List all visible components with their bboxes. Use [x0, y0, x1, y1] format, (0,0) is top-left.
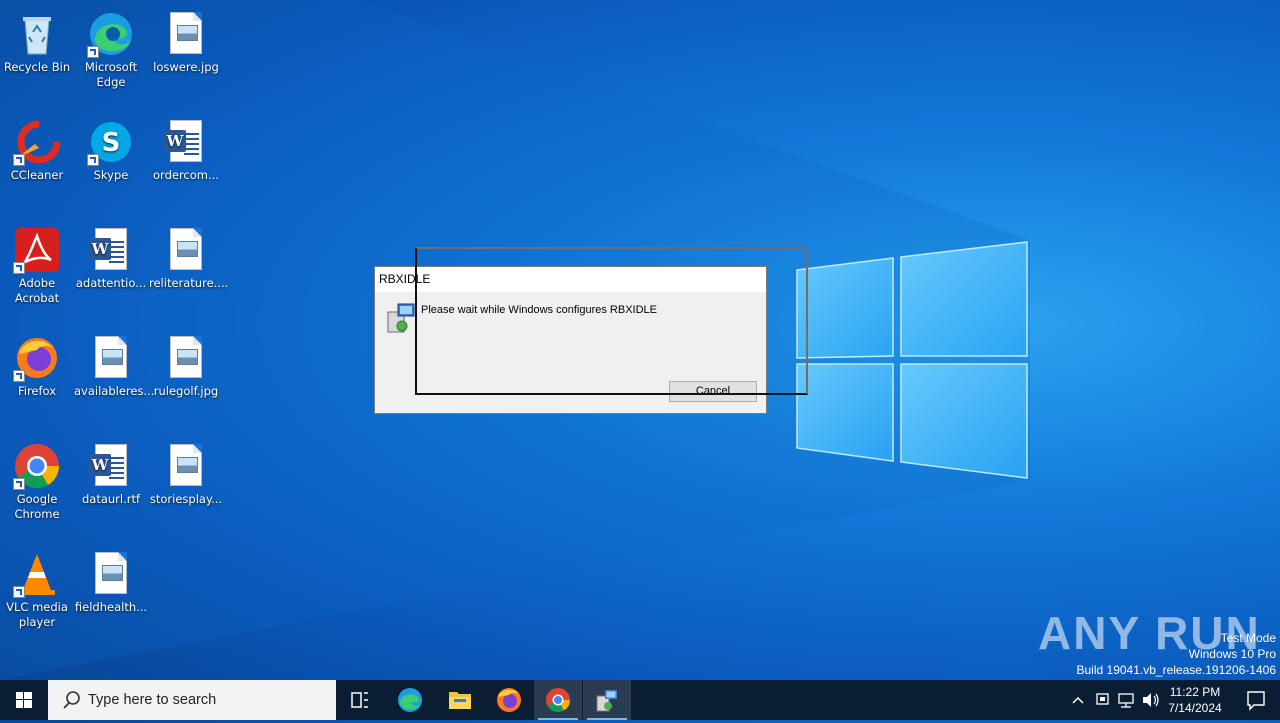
start-button[interactable] [0, 680, 48, 720]
desktop-icon-image-file[interactable]: fieldhealth... [74, 544, 148, 615]
image-file-icon [162, 442, 210, 490]
desktop-icon-label: Skype [93, 168, 129, 182]
image-file-icon [87, 334, 135, 382]
edge-icon [87, 10, 135, 58]
desktop-icon-label: loswere.jpg [153, 60, 219, 74]
installer-icon [386, 302, 416, 334]
svg-text:S: S [102, 128, 121, 158]
firefox-icon [13, 334, 61, 382]
desktop-icon-label: availableres... [74, 384, 155, 398]
chrome-icon [546, 688, 570, 713]
task-view-button[interactable] [336, 680, 384, 720]
chevron-up-icon [1072, 696, 1084, 704]
ccleaner-icon [13, 118, 61, 166]
desktop-icon-label: Recycle Bin [3, 60, 71, 74]
network-icon [1118, 693, 1134, 708]
shortcut-arrow-icon [13, 370, 25, 382]
watermark-line: Windows 10 Pro [1188, 647, 1276, 661]
image-file-icon [87, 550, 135, 598]
desktop-icon-label: reliterature.... [149, 276, 229, 290]
desktop-icon-google-chrome[interactable]: Google Chrome [0, 436, 74, 522]
clock-date: 7/14/2024 [1168, 701, 1222, 715]
desktop-icon-label: Google Chrome [14, 492, 60, 521]
task-view-icon [351, 692, 368, 708]
shortcut-arrow-icon [13, 478, 25, 490]
desktop-icon-label: rulegolf.jpg [153, 384, 219, 398]
shortcut-arrow-icon [87, 46, 99, 58]
desktop-icon-word-file[interactable]: W adattentio... [74, 220, 148, 291]
system-watermark: Test Mode Windows 10 Pro Build 19041.vb_… [1077, 630, 1277, 678]
tray-network-button[interactable] [1115, 680, 1137, 720]
shortcut-arrow-icon [13, 154, 25, 166]
tray-volume-button[interactable] [1139, 680, 1161, 720]
taskbar-installer-button[interactable] [583, 680, 631, 720]
installer-icon [596, 690, 617, 712]
taskbar-search-box[interactable]: Type here to search [48, 680, 336, 720]
word-document-icon: W [87, 226, 135, 274]
search-placeholder: Type here to search [88, 692, 217, 708]
image-file-icon [162, 226, 210, 274]
vlc-icon [13, 550, 61, 598]
windows-logo-icon [16, 692, 32, 708]
watermark-line: Test Mode [1220, 631, 1276, 645]
desktop-icon-rtf-file[interactable]: W dataurl.rtf [74, 436, 148, 507]
desktop-icon-label: Firefox [17, 384, 57, 398]
action-center-button[interactable] [1232, 680, 1280, 720]
notification-icon [1247, 691, 1265, 711]
adobe-acrobat-icon [13, 226, 61, 274]
desktop-icon-label: CCleaner [10, 168, 64, 182]
desktop-icon-label: Microsoft Edge [84, 60, 138, 89]
image-file-icon [162, 334, 210, 382]
shortcut-arrow-icon [13, 586, 25, 598]
desktop-icon-recycle-bin[interactable]: Recycle Bin [0, 4, 74, 75]
desktop-icon-firefox[interactable]: Firefox [0, 328, 74, 399]
desktop-icon-label: fieldhealth... [74, 600, 148, 614]
ghost-window-outline [415, 247, 808, 395]
taskbar-chrome-button[interactable] [534, 680, 582, 720]
desktop-icon-label: adattentio... [75, 276, 147, 290]
firefox-icon [497, 688, 521, 712]
tray-device-button[interactable] [1092, 680, 1114, 720]
volume-icon [1143, 693, 1159, 707]
word-document-icon: W [87, 442, 135, 490]
clock-time: 11:22 PM [1169, 685, 1221, 699]
skype-icon: S [87, 118, 135, 166]
desktop-icon-label: storiesplay... [149, 492, 223, 506]
shortcut-arrow-icon [87, 154, 99, 166]
desktop-icon-image-file[interactable]: availableres... [74, 328, 155, 399]
word-document-icon: W [162, 118, 210, 166]
desktop-icon-image-file[interactable]: storiesplay... [149, 436, 223, 507]
desktop-icon-label: dataurl.rtf [81, 492, 141, 506]
desktop-icon-microsoft-edge[interactable]: Microsoft Edge [74, 4, 148, 90]
desktop-icon-image-file[interactable]: loswere.jpg [149, 4, 223, 75]
watermark-line: Build 19041.vb_release.191206-1406 [1076, 663, 1277, 677]
desktop-icon-label: ordercom... [153, 168, 219, 182]
chrome-icon [13, 442, 61, 490]
desktop-icon-word-file[interactable]: W ordercom... [149, 112, 223, 183]
show-hidden-icons-button[interactable] [1066, 680, 1090, 720]
taskbar: Type here to search 11:22 PM 7/14/2024 [0, 680, 1280, 720]
desktop-icon-label: VLC media player [6, 600, 68, 629]
edge-icon [398, 688, 422, 712]
taskbar-edge-button[interactable] [386, 680, 434, 720]
desktop-icon-vlc[interactable]: VLC media player [0, 544, 74, 630]
image-file-icon [162, 10, 210, 58]
desktop-icon-image-file[interactable]: reliterature.... [149, 220, 229, 291]
desktop-icon-skype[interactable]: S Skype [74, 112, 148, 183]
device-icon [1096, 693, 1109, 705]
desktop-icon-label: Adobe Acrobat [14, 276, 60, 305]
recycle-bin-icon [13, 10, 61, 58]
desktop-icon-ccleaner[interactable]: CCleaner [0, 112, 74, 183]
desktop-icon-image-file[interactable]: rulegolf.jpg [149, 328, 223, 399]
folder-icon [449, 692, 471, 709]
shortcut-arrow-icon [13, 262, 25, 274]
taskbar-file-explorer-button[interactable] [436, 680, 484, 720]
taskbar-clock[interactable]: 11:22 PM 7/14/2024 [1160, 684, 1230, 716]
taskbar-firefox-button[interactable] [485, 680, 533, 720]
desktop-icon-adobe-acrobat[interactable]: Adobe Acrobat [0, 220, 74, 306]
